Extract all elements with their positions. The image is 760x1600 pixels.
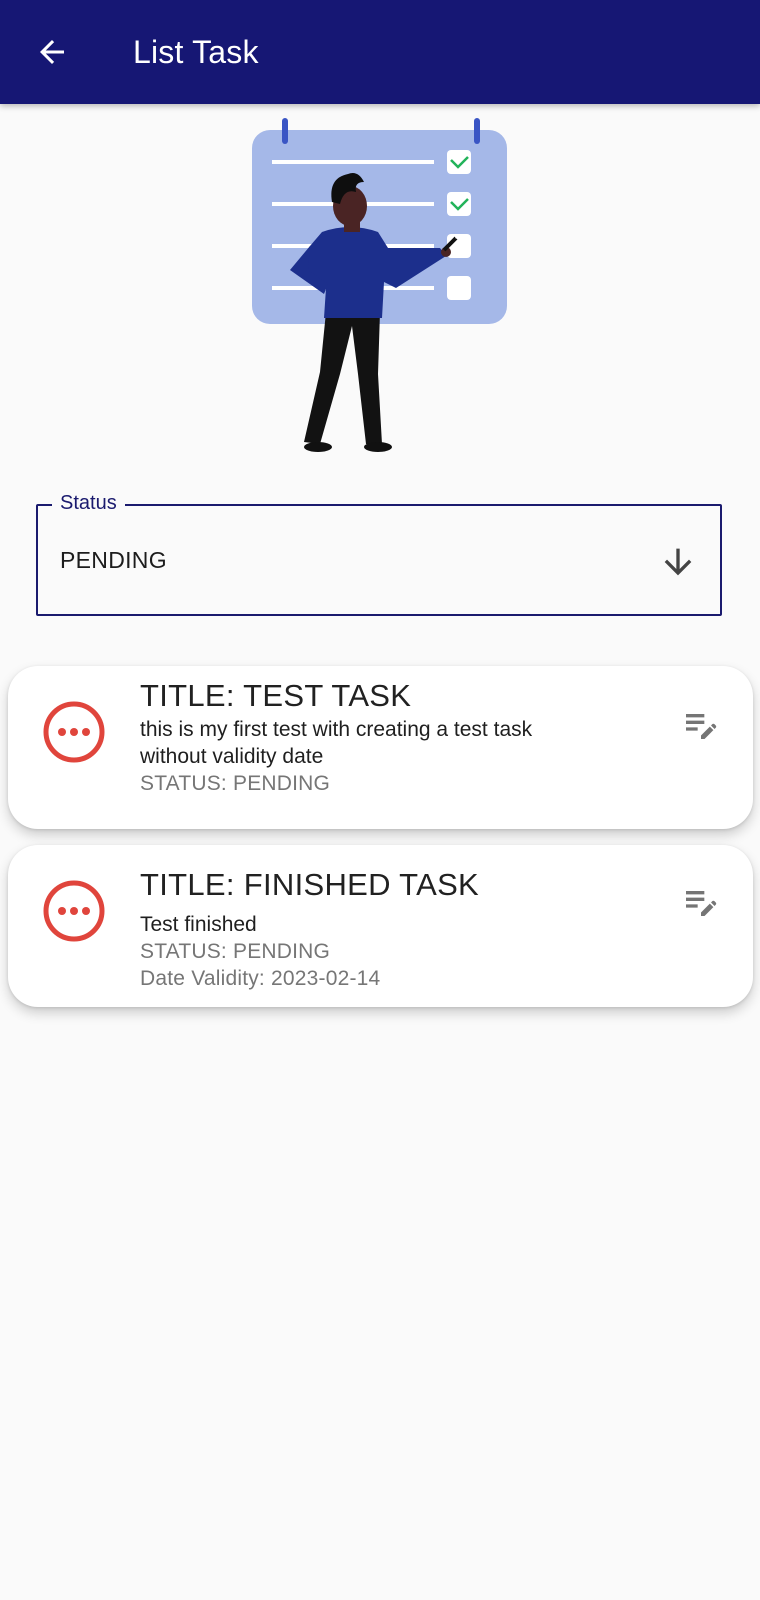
status-selected-value: PENDING xyxy=(60,547,167,573)
task-title: TITLE: FINISHED TASK xyxy=(140,867,480,902)
task-title: TITLE: TEST TASK xyxy=(140,678,412,713)
edit-task-button[interactable] xyxy=(679,702,723,746)
task-date-validity: Date Validity: 2023-02-14 xyxy=(140,967,381,990)
arrow-down-icon xyxy=(664,548,692,576)
task-description: this is my first test with creating a te… xyxy=(140,718,533,741)
pending-dots-icon xyxy=(43,880,105,942)
task-card[interactable]: TITLE: TEST TASK this is my first test w… xyxy=(8,666,753,829)
pending-dots-icon xyxy=(43,701,105,763)
edit-task-button[interactable] xyxy=(679,879,723,923)
back-button[interactable] xyxy=(24,24,80,80)
page-title: List Task xyxy=(133,34,259,70)
task-status: STATUS: PENDING xyxy=(140,940,331,963)
task-description: without validity date xyxy=(140,745,324,768)
task-text: TITLE: FINISHED TASK Test finished STATU… xyxy=(140,865,660,992)
task-description: Test finished xyxy=(140,913,257,936)
arrow-back-icon xyxy=(40,40,64,64)
task-card[interactable]: TITLE: FINISHED TASK Test finished STATU… xyxy=(8,845,753,1007)
task-text: TITLE: TEST TASK this is my first test w… xyxy=(140,676,660,797)
app-bar: List Task xyxy=(0,0,760,104)
app-screen: List Task Status PENDING TITLE: TEST TAS… xyxy=(0,0,760,1600)
status-dropdown[interactable]: Status PENDING xyxy=(36,489,722,616)
task-checklist-illustration xyxy=(240,112,520,457)
edit-note-icon xyxy=(686,714,717,739)
edit-note-icon xyxy=(686,891,717,916)
status-label: Status xyxy=(52,489,125,517)
task-status: STATUS: PENDING xyxy=(140,772,331,795)
